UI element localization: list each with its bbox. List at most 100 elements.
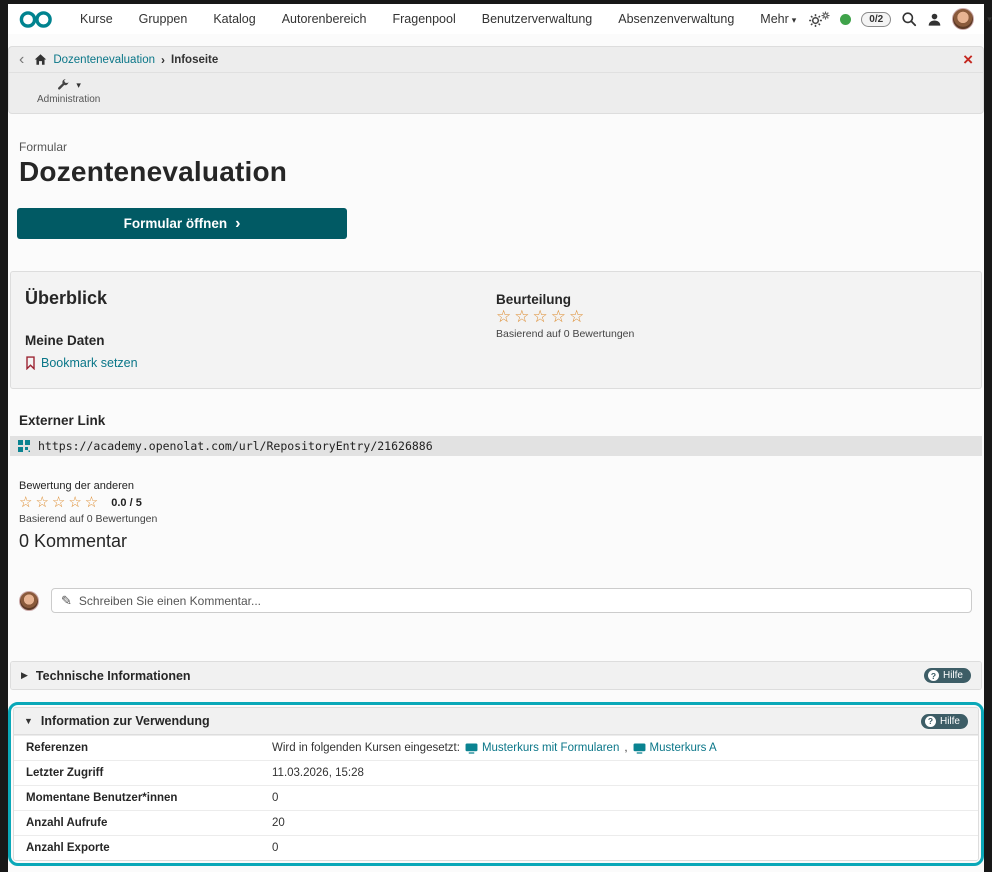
top-navbar: Kurse Gruppen Katalog Autorenbereich Fra… [8, 4, 984, 34]
close-icon[interactable]: × [963, 51, 973, 68]
breadcrumb: ‹ Dozentenevaluation › Infoseite × [9, 47, 983, 73]
bookmark-icon [25, 356, 36, 370]
rating-stars[interactable]: ☆☆☆☆☆ [19, 494, 101, 512]
rating-score: 0.0 / 5 [111, 497, 142, 509]
main-menu: Kurse Gruppen Katalog Autorenbereich Fra… [68, 8, 808, 30]
breadcrumb-current: Infoseite [171, 54, 218, 66]
technical-info-panel: ▶ Technische Informationen ? Hilfe [10, 661, 982, 690]
row-value: Wird in folgenden Kursen eingesetzt: Mus… [264, 736, 978, 760]
course-link-musterkurs-a[interactable]: Musterkurs A [633, 742, 717, 754]
row-label: Momentane Benutzer*innen [14, 786, 264, 810]
nav-item-gruppen[interactable]: Gruppen [127, 8, 200, 30]
help-button[interactable]: ? Hilfe [924, 668, 971, 683]
triangle-right-icon: ▶ [21, 670, 28, 681]
table-row: Referenzen Wird in folgenden Kursen eing… [14, 735, 978, 760]
question-mark-icon: ? [925, 716, 936, 727]
row-value: 0 [264, 836, 978, 860]
infinity-logo-icon [18, 10, 54, 29]
rating-title: Beurteilung [496, 292, 967, 307]
row-value: 0 [264, 786, 978, 810]
user-profile-icon[interactable] [927, 12, 942, 27]
user-avatar[interactable] [952, 8, 974, 30]
nav-item-mehr[interactable]: Mehr ▾ [748, 8, 808, 30]
my-data-title: Meine Daten [25, 333, 496, 348]
course-link-label: Musterkurs mit Formularen [482, 742, 619, 754]
technical-info-header[interactable]: ▶ Technische Informationen ? Hilfe [11, 662, 981, 689]
search-icon[interactable] [901, 11, 917, 27]
breadcrumb-separator-icon: › [161, 53, 165, 67]
help-button[interactable]: ? Hilfe [921, 714, 968, 729]
external-link-bar: https://academy.openolat.com/url/Reposit… [10, 436, 982, 456]
overview-title: Überblick [25, 288, 496, 309]
set-bookmark-link[interactable]: Bookmark setzen [41, 356, 138, 370]
help-label: Hilfe [943, 670, 963, 681]
nav-item-kurse[interactable]: Kurse [68, 8, 125, 30]
navbar-right-tools: 0/2 ▾ [808, 8, 991, 30]
rating-stars[interactable]: ☆☆☆☆☆ [496, 307, 967, 327]
usage-info-title: Information zur Verwendung [41, 714, 210, 728]
nav-item-autorenbereich[interactable]: Autorenbereich [270, 8, 379, 30]
rating-caption: Basierend auf 0 Bewertungen [496, 328, 967, 340]
openolat-logo[interactable] [18, 10, 54, 29]
course-icon [633, 743, 646, 754]
overview-left-column: Überblick Meine Daten Bookmark setzen [25, 288, 496, 370]
comment-input[interactable]: ✎ [51, 588, 972, 613]
external-link-title: Externer Link [19, 413, 982, 428]
help-label: Hilfe [940, 716, 960, 727]
open-form-button[interactable]: Formular öffnen › [17, 208, 347, 239]
settings-gears-icon[interactable] [808, 11, 830, 28]
table-row: Anzahl Exporte 0 [14, 835, 978, 860]
usage-info-panel: ▼ Information zur Verwendung ? Hilfe Ref… [13, 707, 979, 861]
row-value: 11.03.2026, 15:28 [264, 761, 978, 785]
chevron-down-icon: ▾ [792, 15, 797, 25]
course-link-musterkurs-formulare[interactable]: Musterkurs mit Formularen [465, 742, 619, 754]
row-value: 20 [264, 811, 978, 835]
course-icon [465, 743, 478, 754]
home-icon[interactable] [34, 53, 47, 66]
breadcrumb-parent-link[interactable]: Dozentenevaluation [53, 54, 155, 66]
question-mark-icon: ? [928, 670, 939, 681]
session-count-badge[interactable]: 0/2 [861, 12, 891, 27]
overview-panel: Überblick Meine Daten Bookmark setzen Be… [10, 271, 982, 389]
qr-code-icon[interactable] [18, 440, 30, 452]
others-rating-title: Bewertung der anderen [19, 480, 982, 492]
page-header-block: ‹ Dozentenevaluation › Infoseite × ▾ Adm… [8, 46, 984, 114]
highlight-outline: ▼ Information zur Verwendung ? Hilfe Ref… [8, 702, 984, 866]
nav-item-fragenpool[interactable]: Fragenpool [381, 8, 468, 30]
user-avatar [19, 591, 39, 611]
comment-compose-row: ✎ [19, 588, 982, 613]
references-prefix: Wird in folgenden Kursen eingesetzt: [272, 742, 460, 754]
others-rating-row: ☆☆☆☆☆ 0.0 / 5 [19, 494, 982, 512]
nav-item-mehr-label: Mehr [760, 12, 788, 26]
technical-info-title: Technische Informationen [36, 669, 191, 683]
row-label: Letzter Zugriff [14, 761, 264, 785]
entry-type-label: Formular [19, 140, 982, 154]
external-link-url[interactable]: https://academy.openolat.com/url/Reposit… [38, 439, 433, 453]
app-window: Kurse Gruppen Katalog Autorenbereich Fra… [8, 4, 984, 872]
table-row: Letzter Zugriff 11.03.2026, 15:28 [14, 760, 978, 785]
row-label: Anzahl Aufrufe [14, 811, 264, 835]
overview-rating-column: Beurteilung ☆☆☆☆☆ Basierend auf 0 Bewert… [496, 288, 967, 370]
toolbar: ▾ Administration [9, 73, 983, 113]
page-title: Dozentenevaluation [19, 156, 982, 188]
triangle-down-icon: ▼ [24, 716, 33, 726]
nav-item-benutzerverwaltung[interactable]: Benutzerverwaltung [470, 8, 604, 30]
nav-item-absenzenverwaltung[interactable]: Absenzenverwaltung [606, 8, 746, 30]
usage-info-header[interactable]: ▼ Information zur Verwendung ? Hilfe [14, 708, 978, 735]
open-form-button-label: Formular öffnen [124, 216, 228, 231]
chevron-right-icon: › [235, 215, 240, 233]
bookmark-row: Bookmark setzen [25, 356, 496, 370]
main-content: Formular Dozentenevaluation Formular öff… [8, 140, 984, 872]
chevron-down-icon: ▾ [76, 80, 81, 91]
administration-menu-button[interactable]: ▾ Administration [37, 78, 100, 105]
pencil-icon: ✎ [61, 593, 72, 609]
administration-label: Administration [37, 94, 100, 105]
chevron-down-icon[interactable]: ▾ [987, 14, 992, 25]
others-rating-caption: Basierend auf 0 Bewertungen [19, 513, 982, 525]
back-chevron-icon[interactable]: ‹ [19, 52, 24, 68]
nav-item-katalog[interactable]: Katalog [201, 8, 267, 30]
presence-status-dot[interactable] [840, 14, 851, 25]
table-row: Momentane Benutzer*innen 0 [14, 785, 978, 810]
comment-text-field[interactable] [79, 594, 962, 608]
link-separator: , [624, 742, 627, 754]
